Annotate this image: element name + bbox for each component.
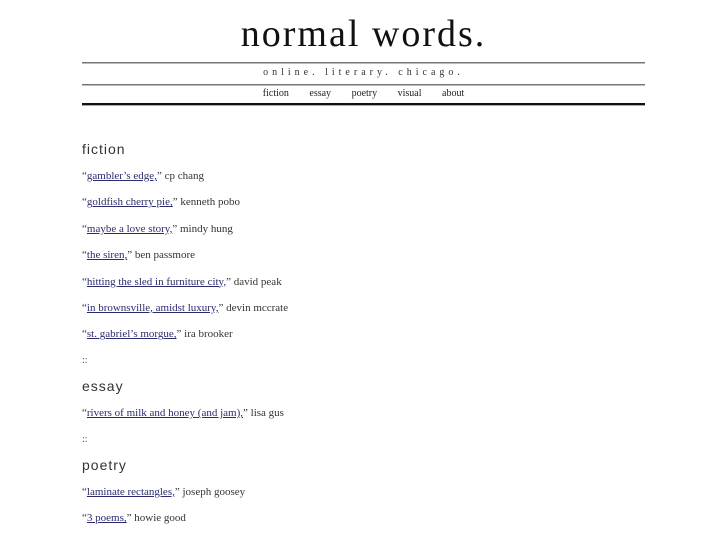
author: kenneth pobo [177, 196, 240, 209]
author: mindy hung [177, 222, 233, 235]
divider-middle [82, 84, 645, 86]
list-item: “gambler’s edge,” cp chang [82, 170, 204, 182]
author: devin mccrate [223, 301, 289, 314]
story-link[interactable]: hitting the sled in furniture city, [87, 276, 226, 288]
list-item: “rivers of milk and honey (and jam),” li… [82, 407, 284, 420]
nav-fiction[interactable]: fiction [263, 88, 289, 99]
nav-essay[interactable]: essay [309, 88, 331, 99]
author: ira brooker [181, 328, 233, 341]
list-item: “in brownsville, amidst luxury,” devin m… [82, 301, 289, 314]
story-link[interactable]: maybe a love story, [87, 223, 172, 235]
story-link[interactable]: gambler’s edge, [87, 170, 157, 182]
nav-about[interactable]: about [442, 88, 464, 99]
list-item: “goldfish cherry pie,” kenneth pobo [82, 196, 240, 209]
author: ben passmore [132, 249, 196, 262]
author: joseph goosey [179, 485, 246, 498]
poem-link[interactable]: laminate rectangles, [87, 486, 175, 498]
section-heading-essay: essay [82, 378, 124, 395]
tagline: online. literary. chicago. [263, 67, 464, 78]
fiction-list: “gambler’s edge,” cp chang “goldfish che… [82, 165, 645, 350]
divider-top [82, 62, 645, 64]
content-listing: fiction “gambler’s edge,” cp chang “gold… [82, 139, 645, 534]
divider-bottom [82, 103, 645, 106]
author: lisa gus [247, 407, 284, 420]
list-item: “3 poems,” howie good [82, 512, 186, 525]
section-heading-fiction: fiction [82, 141, 126, 157]
list-item: “the siren,” ben passmore [82, 249, 196, 262]
list-item: “hitting the sled in furniture city,” da… [82, 275, 282, 288]
section-separator: :: [82, 354, 88, 366]
list-item: “laminate rectangles,” joseph goosey [82, 485, 246, 498]
poem-link[interactable]: 3 poems, [87, 512, 127, 524]
section-heading-poetry: poetry [82, 456, 127, 473]
list-item: “st. gabriel’s morgue,” ira brooker [82, 328, 233, 341]
author: howie good [131, 512, 186, 525]
story-link[interactable]: in brownsville, amidst luxury, [87, 302, 219, 314]
story-link[interactable]: the siren, [87, 249, 127, 261]
author: david peak [230, 275, 282, 288]
list-item: “maybe a love story,” mindy hung [82, 222, 233, 235]
story-link[interactable]: goldfish cherry pie, [87, 196, 173, 208]
main-nav: fiction essay poetry visual about [82, 88, 645, 100]
section-separator: :: [82, 433, 88, 445]
essay-link[interactable]: rivers of milk and honey (and jam), [87, 407, 243, 419]
site-title[interactable]: normal words. [82, 12, 645, 56]
author: cp chang [161, 170, 204, 182]
nav-poetry[interactable]: poetry [352, 88, 378, 99]
story-link[interactable]: st. gabriel’s morgue, [87, 328, 177, 340]
nav-visual[interactable]: visual [398, 88, 422, 99]
